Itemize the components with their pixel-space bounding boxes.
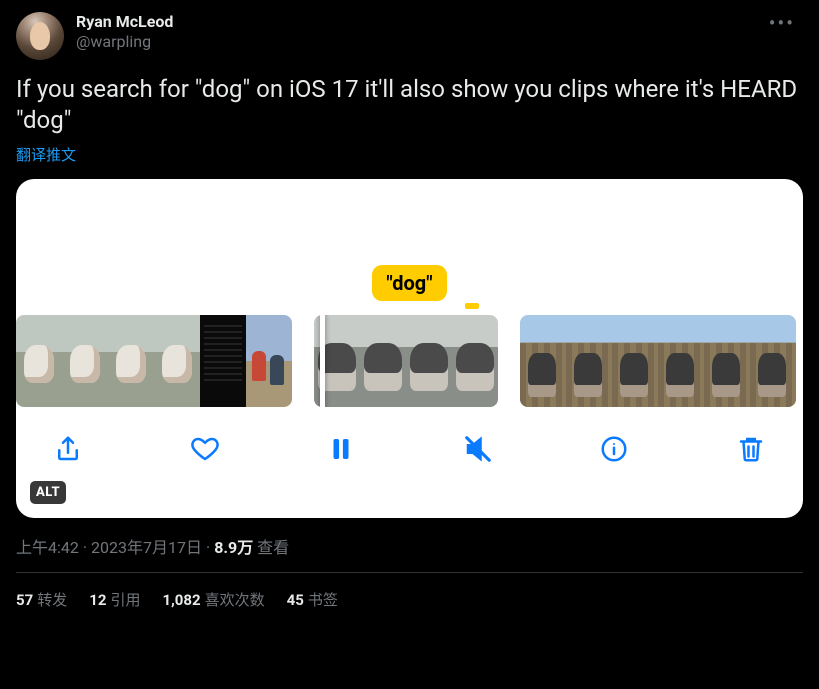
video-frame (200, 315, 246, 407)
quotes-count: 12 (89, 591, 106, 609)
video-frame (566, 315, 612, 407)
tweet-container: Ryan McLeod @warpling ••• If you search … (0, 0, 819, 622)
mute-icon[interactable] (458, 429, 498, 469)
pause-icon[interactable] (321, 429, 361, 469)
media-card[interactable]: "dog" (16, 179, 803, 518)
user-handle: @warpling (76, 32, 749, 52)
video-timeline[interactable] (16, 315, 803, 407)
retweets-count: 57 (16, 591, 33, 609)
tweet-time[interactable]: 上午4:42 (16, 538, 79, 557)
video-frame (452, 315, 498, 407)
video-frame (246, 315, 292, 407)
video-frame (108, 315, 154, 407)
retweets-stat[interactable]: 57转发 (16, 589, 67, 610)
tweet-meta: 上午4:42·2023年7月17日·8.9万 查看 (16, 534, 803, 558)
search-token-label: "dog" (372, 265, 446, 301)
video-frame (612, 315, 658, 407)
tweet-header: Ryan McLeod @warpling ••• (16, 12, 803, 60)
bookmarks-stat[interactable]: 45书签 (287, 589, 338, 610)
tweet-date[interactable]: 2023年7月17日 (91, 538, 202, 557)
media-toolbar (16, 407, 803, 485)
video-frame (750, 315, 796, 407)
info-icon[interactable] (594, 429, 634, 469)
user-name-block[interactable]: Ryan McLeod @warpling (76, 12, 749, 52)
views-label: 查看 (257, 538, 289, 557)
video-frame (520, 315, 566, 407)
views-count[interactable]: 8.9万 (214, 538, 253, 557)
more-options-button[interactable]: ••• (761, 12, 803, 34)
playhead[interactable] (320, 315, 325, 407)
translate-link[interactable]: 翻译推文 (16, 144, 76, 165)
video-frame (62, 315, 108, 407)
alt-badge[interactable]: ALT (30, 481, 66, 504)
quotes-stat[interactable]: 12引用 (89, 589, 140, 610)
video-frame (406, 315, 452, 407)
bookmarks-count: 45 (287, 591, 304, 609)
clip-group-2[interactable] (314, 315, 498, 407)
video-frame (360, 315, 406, 407)
timeline-marker (465, 303, 479, 309)
quotes-label: 引用 (110, 591, 140, 609)
retweets-label: 转发 (37, 591, 67, 609)
display-name: Ryan McLeod (76, 12, 749, 32)
trash-icon[interactable] (731, 429, 771, 469)
tweet-text: If you search for "dog" on iOS 17 it'll … (16, 74, 803, 136)
avatar[interactable] (16, 12, 64, 60)
video-frame (658, 315, 704, 407)
clip-group-1[interactable] (16, 315, 292, 407)
likes-stat[interactable]: 1,082 喜欢次数 (162, 589, 264, 610)
bookmarks-label: 书签 (308, 591, 338, 609)
tweet-stats: 57转发 12引用 1,082 喜欢次数 45书签 (16, 573, 803, 610)
video-frame (704, 315, 750, 407)
video-frame (154, 315, 200, 407)
share-icon[interactable] (48, 429, 88, 469)
video-frame (16, 315, 62, 407)
likes-label: 喜欢次数 (205, 591, 265, 609)
likes-count: 1,082 (162, 591, 200, 609)
clip-group-3[interactable] (520, 315, 796, 407)
heart-icon[interactable] (185, 429, 225, 469)
search-token-row: "dog" (16, 265, 803, 301)
